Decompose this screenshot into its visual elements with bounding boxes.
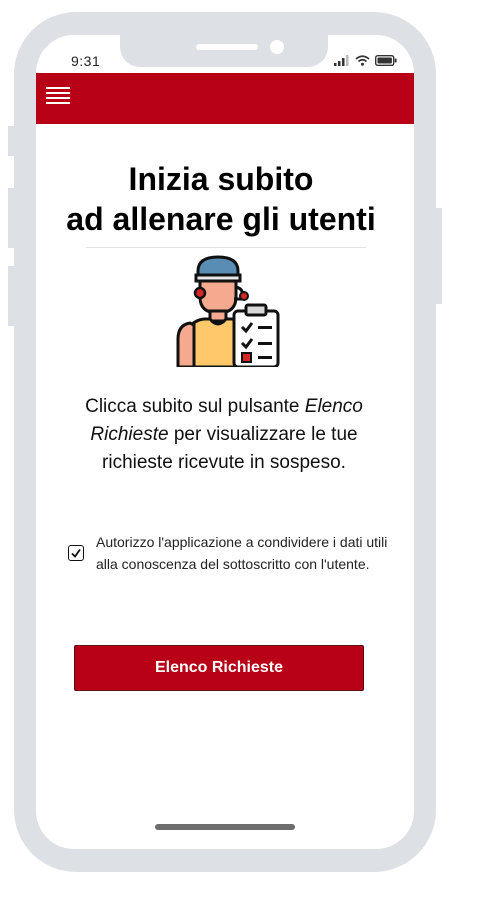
elenco-richieste-button[interactable]: Elenco Richieste [74, 645, 364, 691]
instruction-text: Clicca subito sul pulsante Elenco Richie… [62, 393, 386, 477]
title-line-2: ad allenare gli utenti [66, 201, 376, 237]
consent-row: Autorizzo l'applicazione a condividere i… [68, 531, 390, 575]
page-title: Inizia subito ad allenare gli utenti [36, 159, 406, 239]
hamburger-menu-icon[interactable] [46, 87, 70, 109]
wifi-icon [355, 55, 370, 66]
consent-label: Autorizzo l'applicazione a condividere i… [96, 534, 388, 572]
consent-checkbox[interactable] [68, 545, 84, 561]
title-line-1: Inizia subito [128, 161, 314, 197]
trainer-clipboard-icon [176, 255, 280, 367]
phone-side-button-right [436, 208, 442, 304]
phone-screen: 9:31 Inizia subito ad allenare gli utent… [36, 35, 414, 849]
battery-icon [375, 55, 397, 66]
signal-icon [334, 55, 349, 66]
title-divider [86, 247, 366, 248]
front-camera [270, 40, 284, 54]
status-icons [334, 55, 397, 66]
checkmark-icon [71, 548, 81, 558]
phone-notch [120, 35, 328, 67]
home-indicator[interactable] [155, 824, 295, 830]
instruction-part-1: Clicca subito sul pulsante [85, 396, 305, 417]
speaker-grille [196, 44, 258, 50]
status-time: 9:31 [71, 53, 101, 69]
app-header [36, 73, 414, 124]
